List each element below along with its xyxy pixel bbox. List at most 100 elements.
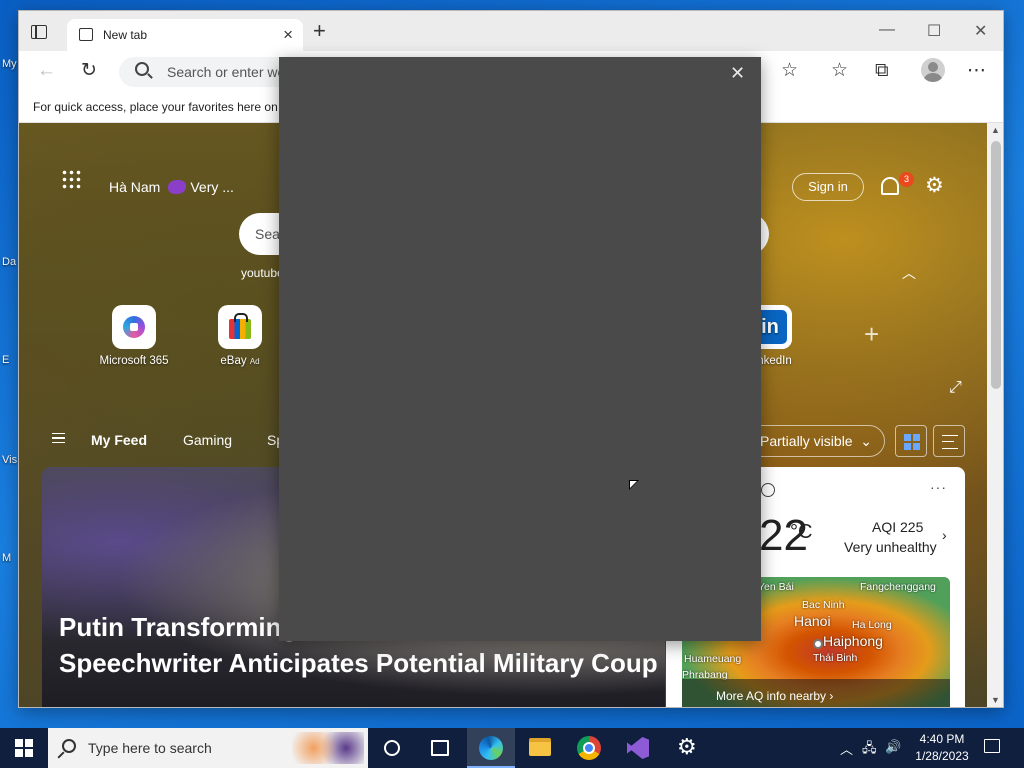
refresh-icon[interactable]: ↻	[81, 60, 97, 82]
minimize-button[interactable]: —	[879, 21, 895, 39]
app-launcher-icon[interactable]	[61, 169, 81, 189]
taskbar-app-settings[interactable]: ⚙	[663, 728, 711, 768]
volume-icon[interactable]: 🔊	[885, 739, 901, 755]
grid-layout-button[interactable]	[895, 425, 927, 457]
list-layout-button[interactable]	[933, 425, 965, 457]
map-label: Yen Bái	[758, 581, 794, 593]
chevron-right-icon[interactable]: ›	[942, 527, 947, 543]
scroll-down-arrow-icon[interactable]: ▼	[991, 695, 1000, 705]
ad-tag: Ad	[249, 357, 260, 366]
microsoft-365-tile	[112, 305, 156, 349]
desktop-icon-label[interactable]: M	[2, 552, 11, 564]
visual-studio-icon	[627, 737, 649, 759]
map-label: Haiphong	[823, 633, 883, 649]
content-visibility-dropdown[interactable]: Partially visible ⌄	[745, 425, 885, 457]
action-center-icon[interactable]	[984, 739, 1000, 753]
microsoft-365-icon	[123, 316, 145, 338]
add-site-plus-icon[interactable]: +	[864, 319, 879, 350]
newtab-page-icon	[79, 28, 93, 41]
quick-link-label: eBay	[220, 355, 247, 367]
more-menu-icon[interactable]: ⋯	[967, 60, 986, 82]
close-window-button[interactable]: ✕	[974, 21, 987, 41]
scroll-up-arrow-icon[interactable]: ▲	[991, 125, 1000, 135]
taskbar-app-file-explorer[interactable]	[516, 728, 564, 768]
taskbar-app-visual-studio[interactable]	[614, 728, 662, 768]
tab-new-tab[interactable]: New tab ×	[67, 19, 303, 51]
profile-avatar[interactable]	[921, 58, 945, 82]
grid-icon	[904, 434, 920, 450]
quick-link-ebay[interactable]: eBay Ad	[195, 305, 285, 367]
desktop-icon-label[interactable]: Da	[2, 256, 16, 268]
tab-gaming[interactable]: Gaming	[183, 432, 232, 448]
taskbar-app-chrome[interactable]	[565, 728, 613, 768]
cortana-button[interactable]	[368, 728, 416, 768]
search-icon	[135, 62, 149, 76]
favorites-icon[interactable]: ☆	[831, 60, 848, 82]
scroll-thumb[interactable]	[991, 141, 1001, 389]
chevron-up-icon[interactable]: ︿	[902, 263, 916, 283]
task-view-icon	[431, 740, 449, 756]
temperature-unit: °C	[790, 521, 813, 543]
location-name: Hà Nam	[109, 179, 161, 195]
more-aq-info-button[interactable]: More AQ info nearby ›	[682, 679, 950, 707]
search-highlight-illustration[interactable]	[292, 732, 364, 764]
tab-close-icon[interactable]: ×	[283, 25, 293, 45]
feed-menu-icon[interactable]	[52, 433, 65, 443]
folder-icon	[529, 738, 551, 756]
notification-badge: 3	[899, 172, 914, 187]
taskbar-app-edge[interactable]	[467, 728, 515, 768]
settings-gear-icon: ⚙	[677, 734, 697, 759]
start-button[interactable]	[15, 739, 33, 757]
map-label: Bac Ninh	[802, 599, 845, 611]
desktop-icon-label[interactable]: My	[2, 58, 17, 70]
desktop-icon-label[interactable]: Vis	[2, 454, 17, 466]
back-arrow-icon[interactable]: ←	[37, 60, 56, 82]
add-favorite-icon[interactable]: ☆	[781, 60, 798, 82]
sign-in-button[interactable]: Sign in	[792, 173, 864, 201]
desktop-icon-label[interactable]: E	[2, 354, 9, 366]
aqi-value[interactable]: AQI 225	[872, 519, 923, 535]
taskbar: Type here to search ⚙ ︿ 🖧 🔊 4:40 PM 1/28…	[0, 728, 1024, 768]
notification-bell-icon[interactable]	[881, 177, 899, 195]
taskbar-search-box[interactable]: Type here to search	[48, 728, 368, 768]
map-label: Fangchenggang	[860, 581, 936, 593]
title-bar: New tab × + — ☐ ✕	[19, 11, 1003, 51]
quick-link-label: Microsoft 365	[99, 355, 169, 367]
maximize-button[interactable]: ☐	[927, 21, 941, 41]
tab-title: New tab	[103, 28, 148, 42]
weather-condition-icon	[168, 180, 187, 194]
search-icon	[62, 739, 76, 753]
blank-overlay-dialog: ✕	[279, 57, 761, 641]
weather-globe-icon	[761, 483, 775, 497]
map-label: Huameuang	[684, 653, 742, 665]
ebay-tile	[218, 305, 262, 349]
more-options-icon[interactable]: ···	[930, 479, 947, 495]
tab-my-feed[interactable]: My Feed	[91, 432, 147, 448]
new-tab-button[interactable]: +	[313, 20, 326, 42]
cortana-icon	[384, 740, 400, 756]
list-icon	[942, 435, 958, 449]
settings-gear-icon[interactable]: ⚙	[925, 173, 944, 198]
mouse-cursor	[629, 480, 639, 490]
task-view-button[interactable]	[416, 728, 464, 768]
show-hidden-icons-chevron-icon[interactable]: ︿	[840, 739, 853, 758]
tab-actions-icon[interactable]	[31, 25, 47, 39]
taskbar-search-input[interactable]: Type here to search	[88, 740, 212, 756]
map-label: Hanoi	[794, 613, 831, 629]
expand-icon[interactable]: ⤢	[949, 379, 962, 397]
quick-link-microsoft-365[interactable]: Microsoft 365	[89, 305, 179, 367]
search-suggestion[interactable]: youtube	[241, 266, 284, 280]
chevron-down-icon: ⌄	[860, 433, 872, 449]
edge-icon	[479, 736, 503, 760]
map-label: Ha Long	[852, 619, 892, 631]
visibility-value: Partially visible	[760, 433, 853, 449]
clock-time: 4:40 PM	[919, 732, 965, 746]
close-icon[interactable]: ✕	[730, 63, 745, 84]
system-clock[interactable]: 4:40 PM 1/28/2023	[910, 731, 974, 765]
page-scrollbar[interactable]: ▲ ▼	[987, 123, 1003, 707]
network-icon[interactable]: 🖧	[862, 739, 877, 761]
weather-condition: Very ...	[190, 179, 234, 195]
collections-icon[interactable]: ⧉	[875, 60, 889, 82]
weather-location[interactable]: Hà Nam Very ...	[109, 179, 234, 195]
aqi-status: Very unhealthy	[844, 539, 937, 555]
